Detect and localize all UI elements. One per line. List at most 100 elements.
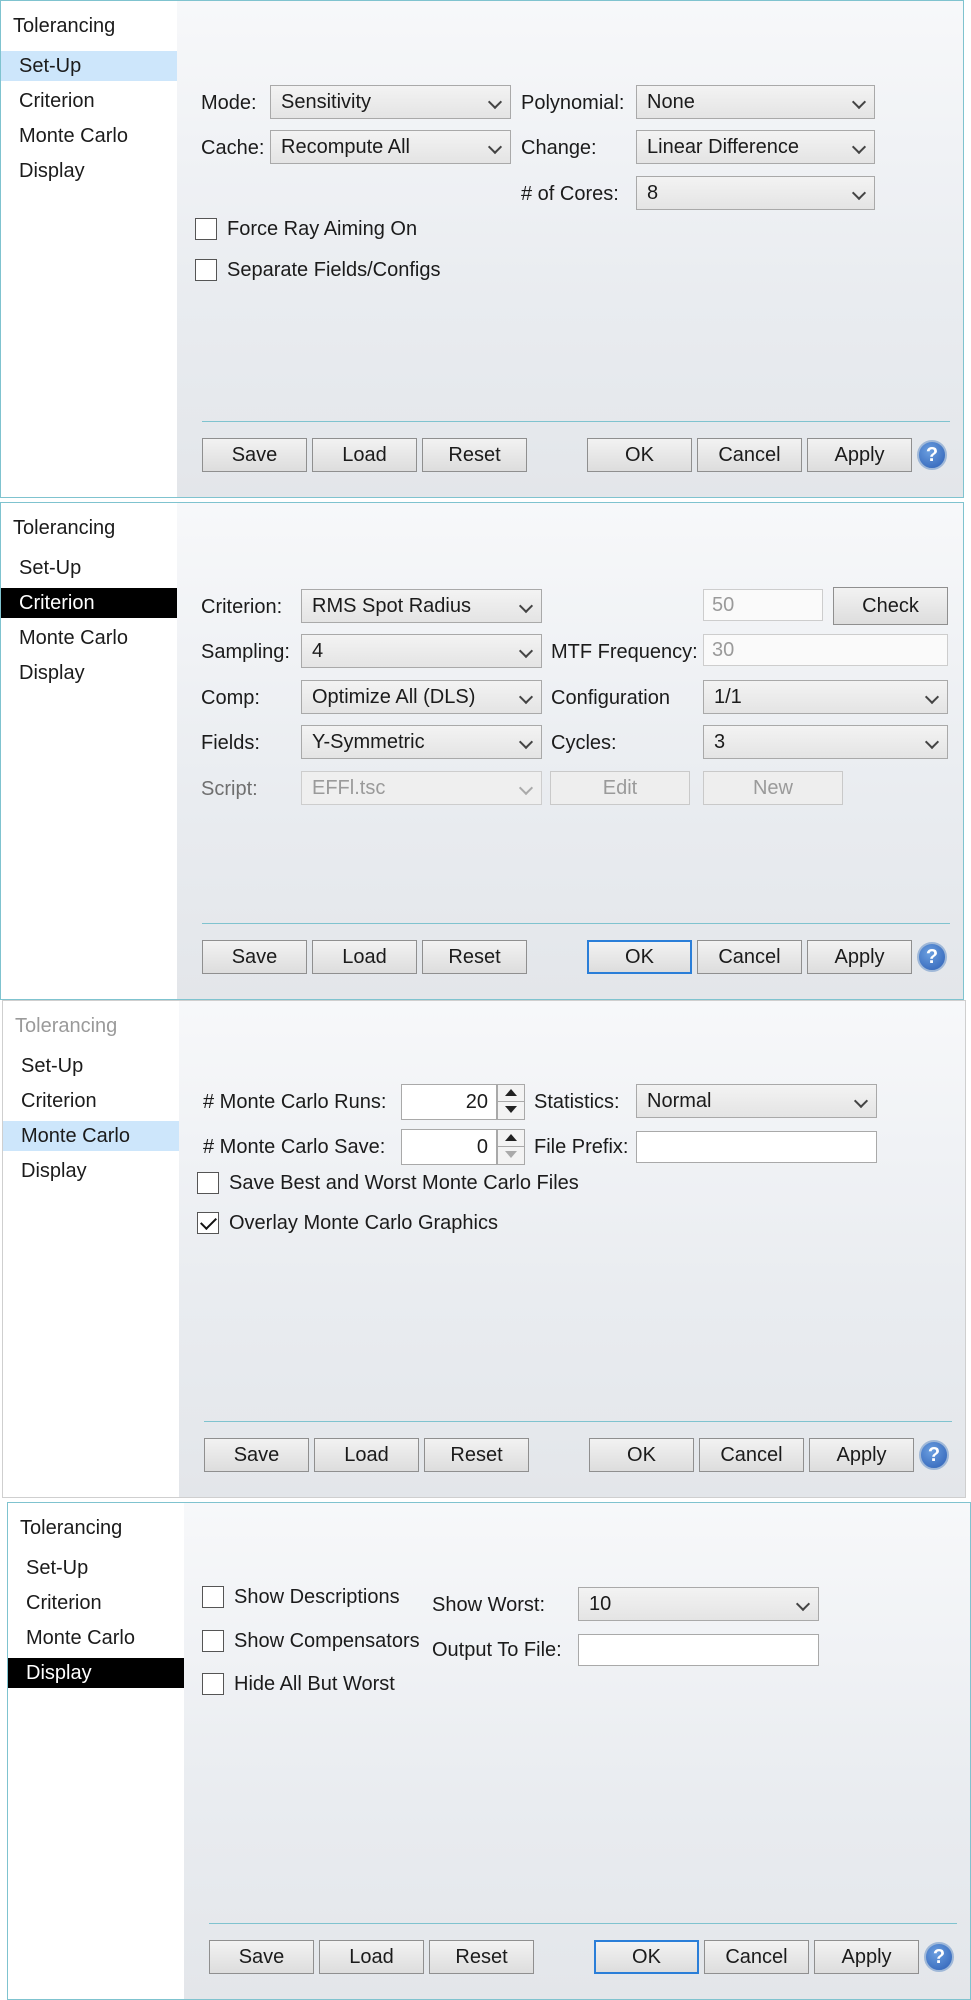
arrow-down-icon — [505, 1151, 517, 1158]
arrow-up-icon — [505, 1089, 517, 1096]
monte-carlo-save-input[interactable]: 0 — [401, 1129, 497, 1165]
nav-item-criterion[interactable]: Criterion — [1, 86, 177, 116]
show-compensators-label: Show Compensators — [234, 1630, 420, 1652]
monte-carlo-runs-spinner[interactable] — [497, 1084, 525, 1120]
ok-button[interactable]: OK — [587, 940, 692, 974]
load-button[interactable]: Load — [314, 1438, 419, 1472]
save-best-worst-checkbox[interactable] — [197, 1172, 219, 1194]
chevron-down-icon — [851, 185, 867, 201]
help-icon[interactable]: ? — [919, 1440, 949, 1470]
load-button[interactable]: Load — [319, 1940, 424, 1974]
criterion-check-value-field[interactable]: 50 — [703, 589, 823, 621]
help-icon[interactable]: ? — [917, 440, 947, 470]
load-button[interactable]: Load — [312, 940, 417, 974]
nav-item-display[interactable]: Display — [8, 1658, 184, 1688]
show-descriptions-checkbox[interactable] — [202, 1586, 224, 1608]
edit-script-button[interactable]: Edit — [550, 771, 690, 805]
save-button[interactable]: Save — [202, 438, 307, 472]
load-button[interactable]: Load — [312, 438, 417, 472]
statistics-dropdown[interactable]: Normal — [636, 1084, 877, 1118]
sidebar-nav: Set-Up Criterion Monte Carlo Display — [1, 51, 177, 191]
nav-item-setup[interactable]: Set-Up — [3, 1051, 179, 1081]
cache-label: Cache: — [201, 137, 265, 159]
cycles-dropdown[interactable]: 3 — [703, 725, 948, 759]
cancel-button[interactable]: Cancel — [697, 940, 802, 974]
force-ray-aiming-checkbox[interactable] — [195, 218, 217, 240]
overlay-graphics-checkbox[interactable] — [197, 1212, 219, 1234]
hide-all-but-worst-checkbox[interactable] — [202, 1673, 224, 1695]
sampling-dropdown[interactable]: 4 — [301, 634, 542, 668]
apply-button[interactable]: Apply — [807, 940, 912, 974]
separate-fields-checkbox[interactable] — [195, 259, 217, 281]
ok-button[interactable]: OK — [589, 1438, 694, 1472]
script-dropdown[interactable]: EFFl.tsc — [301, 771, 542, 805]
cores-dropdown[interactable]: 8 — [636, 176, 875, 210]
apply-button[interactable]: Apply — [807, 438, 912, 472]
cancel-button[interactable]: Cancel — [704, 1940, 809, 1974]
save-button[interactable]: Save — [202, 940, 307, 974]
nav-item-criterion[interactable]: Criterion — [1, 588, 177, 618]
polynomial-dropdown[interactable]: None — [636, 85, 875, 119]
new-script-button[interactable]: New — [703, 771, 843, 805]
change-dropdown[interactable]: Linear Difference — [636, 130, 875, 164]
spin-down-button[interactable] — [498, 1147, 524, 1163]
nav-item-setup[interactable]: Set-Up — [1, 51, 177, 81]
help-icon[interactable]: ? — [924, 1942, 954, 1972]
sidebar-nav: Set-Up Criterion Monte Carlo Display — [8, 1553, 184, 1693]
nav-item-display[interactable]: Display — [1, 658, 177, 688]
tolerancing-panel-display: Tolerancing Set-Up Criterion Monte Carlo… — [7, 1502, 971, 2000]
comp-dropdown[interactable]: Optimize All (DLS) — [301, 680, 542, 714]
nav-item-display[interactable]: Display — [1, 156, 177, 186]
show-worst-label: Show Worst: — [432, 1594, 545, 1616]
cache-dropdown[interactable]: Recompute All — [270, 130, 511, 164]
file-prefix-label: File Prefix: — [534, 1136, 629, 1158]
check-button[interactable]: Check — [833, 587, 948, 625]
save-button[interactable]: Save — [209, 1940, 314, 1974]
save-button[interactable]: Save — [204, 1438, 309, 1472]
nav-item-monte-carlo[interactable]: Monte Carlo — [8, 1623, 184, 1653]
nav-item-criterion[interactable]: Criterion — [3, 1086, 179, 1116]
statistics-value: Normal — [647, 1090, 712, 1112]
apply-button[interactable]: Apply — [809, 1438, 914, 1472]
reset-button[interactable]: Reset — [429, 1940, 534, 1974]
reset-button[interactable]: Reset — [422, 438, 527, 472]
nav-item-setup[interactable]: Set-Up — [1, 553, 177, 583]
help-icon[interactable]: ? — [917, 942, 947, 972]
chevron-down-icon — [518, 780, 534, 796]
show-compensators-checkbox[interactable] — [202, 1630, 224, 1652]
nav-item-setup[interactable]: Set-Up — [8, 1553, 184, 1583]
ok-button[interactable]: OK — [587, 438, 692, 472]
fields-dropdown[interactable]: Y-Symmetric — [301, 725, 542, 759]
chevron-down-icon — [853, 1093, 869, 1109]
criterion-dropdown[interactable]: RMS Spot Radius — [301, 589, 542, 623]
footer-divider — [202, 421, 950, 422]
show-worst-dropdown[interactable]: 10 — [578, 1587, 819, 1621]
cancel-button[interactable]: Cancel — [697, 438, 802, 472]
content-area: Mode: Sensitivity Polynomial: None Cache… — [177, 1, 963, 497]
configuration-dropdown[interactable]: 1/1 — [703, 680, 948, 714]
spin-down-button[interactable] — [498, 1102, 524, 1118]
file-prefix-input[interactable] — [636, 1131, 877, 1163]
reset-button[interactable]: Reset — [424, 1438, 529, 1472]
nav-item-criterion[interactable]: Criterion — [8, 1588, 184, 1618]
mtf-frequency-field[interactable]: 30 — [703, 634, 948, 666]
cancel-button[interactable]: Cancel — [699, 1438, 804, 1472]
monte-carlo-runs-input[interactable]: 20 — [401, 1084, 497, 1120]
nav-item-monte-carlo[interactable]: Monte Carlo — [1, 623, 177, 653]
nav-item-monte-carlo[interactable]: Monte Carlo — [3, 1121, 179, 1151]
content-area: # Monte Carlo Runs: 20 Statistics: Norma… — [179, 1001, 965, 1497]
nav-item-monte-carlo[interactable]: Monte Carlo — [1, 121, 177, 151]
monte-carlo-save-spinner[interactable] — [497, 1129, 525, 1165]
ok-button[interactable]: OK — [594, 1940, 699, 1974]
reset-button[interactable]: Reset — [422, 940, 527, 974]
script-value: EFFl.tsc — [312, 777, 386, 799]
spin-up-button[interactable] — [498, 1130, 524, 1147]
spin-up-button[interactable] — [498, 1085, 524, 1102]
checkmark-icon — [200, 1213, 217, 1230]
chevron-down-icon — [924, 689, 940, 705]
mode-dropdown[interactable]: Sensitivity — [270, 85, 511, 119]
apply-button[interactable]: Apply — [814, 1940, 919, 1974]
mode-label: Mode: — [201, 92, 257, 114]
nav-item-display[interactable]: Display — [3, 1156, 179, 1186]
output-to-file-input[interactable] — [578, 1634, 819, 1666]
